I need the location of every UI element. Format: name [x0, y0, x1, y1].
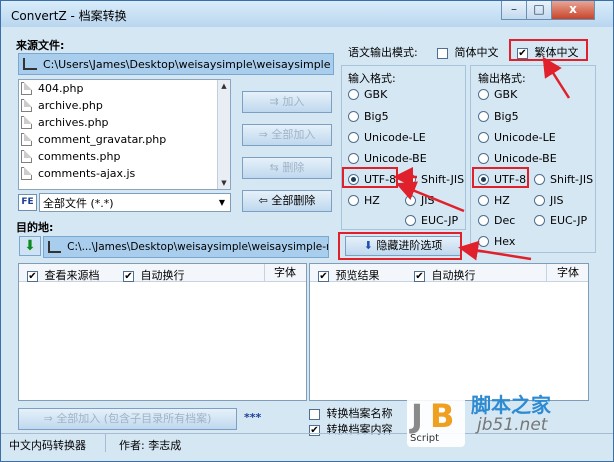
left-wrap-checkbox[interactable]: ✔	[123, 270, 134, 282]
watermark-site-cn: 脚本之家	[471, 393, 551, 417]
status-divider	[105, 434, 106, 452]
svg-text:B: B	[430, 397, 454, 435]
arrow-to-traditional	[542, 56, 571, 99]
jb51-logo: J B Script	[407, 389, 465, 447]
view-source-label: 查看来源档	[44, 269, 100, 282]
arrow-to-output-utf8	[395, 181, 465, 213]
source-panel-header: ✔ 查看来源档 ✔ 自动换行 字体	[19, 264, 306, 282]
source-preview-panel[interactable]: ✔ 查看来源档 ✔ 自动换行 字体	[18, 263, 307, 401]
watermark-site-url: jb51.net	[477, 415, 548, 435]
add-all-sub-icon: ⇒	[43, 412, 57, 425]
right-font-button[interactable]: 字体	[546, 264, 589, 281]
view-source-checkbox[interactable]: ✔	[27, 270, 38, 282]
view-source-option[interactable]: ✔ 查看来源档	[27, 267, 100, 283]
svg-text:J: J	[409, 397, 423, 435]
preview-checkbox[interactable]: ✔	[318, 270, 329, 282]
add-all-subdirectories-button[interactable]: ⇒ 全部加入 (包含子目录所有档案)	[18, 408, 237, 430]
left-wrap-label: 自动换行	[140, 269, 185, 282]
arrow-to-advanced	[458, 240, 532, 261]
status-bar: 中文内码转换器 作者: 李志成	[1, 433, 613, 452]
convertz-window: ConvertZ - 档案转换 – □ x 来源文件: C:\Users\Jam…	[0, 0, 614, 462]
result-panel-header: ✔ 预览结果 ✔ 自动换行 字体	[310, 264, 588, 282]
result-preview-panel[interactable]: ✔ 预览结果 ✔ 自动换行 字体	[309, 263, 589, 401]
watermark-script: Script	[410, 433, 440, 444]
convert-name-label: 转换档案名称	[326, 407, 393, 420]
preview-option[interactable]: ✔ 预览结果	[318, 267, 380, 283]
left-wrap-option[interactable]: ✔ 自动换行	[123, 267, 185, 283]
left-font-button[interactable]: 字体	[264, 264, 305, 281]
convert-name-option[interactable]: 转换档案名称	[309, 405, 393, 421]
right-wrap-option[interactable]: ✔ 自动换行	[414, 267, 476, 283]
status-app-name: 中文内码转换器	[9, 439, 86, 452]
right-wrap-label: 自动换行	[431, 269, 476, 282]
preview-label: 预览结果	[335, 269, 380, 282]
add-all-sub-label: 全部加入 (包含子目录所有档案)	[56, 412, 212, 425]
stars-indicator: ***	[244, 411, 262, 424]
status-author: 作者: 李志成	[119, 439, 182, 452]
right-wrap-checkbox[interactable]: ✔	[414, 270, 425, 282]
convert-name-checkbox[interactable]	[309, 408, 320, 420]
